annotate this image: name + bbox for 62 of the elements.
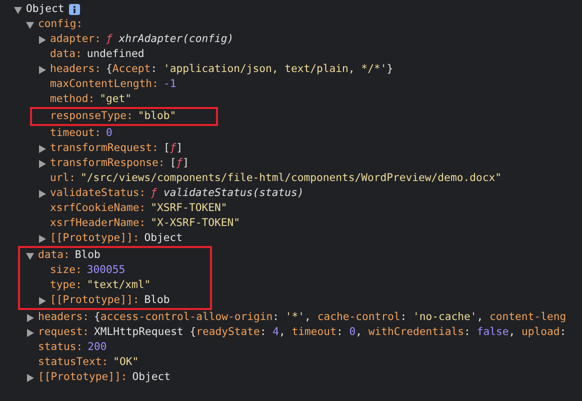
- expand-toggle[interactable]: [38, 36, 46, 44]
- property-value: Object: [132, 370, 171, 385]
- expand-toggle[interactable]: [38, 66, 46, 74]
- property-key: transformRequest:: [50, 141, 158, 156]
- property-key: method:: [50, 92, 95, 107]
- info-icon[interactable]: [69, 4, 80, 15]
- property-key: statusText:: [38, 355, 108, 370]
- property-value: 200: [88, 340, 107, 355]
- property-value: -1: [163, 77, 176, 92]
- property-key: headers:: [50, 62, 102, 77]
- property-key: status:: [38, 340, 83, 355]
- property-key: validateStatus:: [50, 186, 146, 201]
- property-key: adapter:: [50, 32, 102, 47]
- property-key: headers:: [38, 310, 90, 325]
- expand-toggle[interactable]: [26, 314, 34, 322]
- expand-toggle[interactable]: [26, 374, 34, 382]
- property-value: 300055: [86, 263, 126, 278]
- expand-toggle[interactable]: [38, 160, 46, 168]
- property-value: Blob: [74, 248, 100, 263]
- object-label: Object: [26, 2, 64, 17]
- property-key: transformResponse:: [50, 156, 165, 171]
- expand-toggle[interactable]: [14, 6, 22, 14]
- property-key: data:: [38, 248, 70, 263]
- property-value: Blob: [144, 293, 170, 308]
- property-value: undefined: [86, 47, 144, 62]
- property-value: "X-XSRF-TOKEN": [150, 216, 240, 231]
- property-value: "/src/views/components/file-html/components/WordPreview/demo.docx": [80, 171, 502, 186]
- expand-toggle[interactable]: [38, 296, 46, 304]
- property-value: {access-control-allow-origin: '*', cache-control: 'no-cache', content-leng: [94, 310, 566, 325]
- property-value: "OK": [113, 355, 139, 370]
- property-key: [[Prototype]]:: [38, 370, 128, 385]
- property-key: config:: [38, 17, 83, 32]
- property-key: maxContentLength:: [50, 77, 158, 92]
- property-value: ƒ validateStatus(status): [150, 186, 304, 201]
- property-key: xsrfCookieName:: [50, 201, 146, 216]
- property-key: data:: [50, 47, 82, 62]
- property-key: request:: [38, 325, 90, 340]
- property-key: responseType:: [50, 109, 133, 124]
- property-value: [ƒ]: [163, 141, 183, 156]
- property-key: url:: [50, 171, 76, 186]
- property-value: "XSRF-TOKEN": [150, 201, 228, 216]
- property-value: Object: [144, 231, 183, 246]
- expand-toggle[interactable]: [38, 234, 46, 242]
- property-value: "get": [100, 92, 132, 107]
- property-key: timeout:: [50, 126, 102, 141]
- expand-toggle[interactable]: [26, 252, 34, 260]
- property-key: type:: [50, 278, 82, 293]
- expand-toggle[interactable]: [26, 20, 34, 28]
- property-key: [[Prototype]]:: [50, 293, 140, 308]
- property-key: [[Prototype]]:: [50, 231, 140, 246]
- property-value: 0: [106, 126, 112, 141]
- property-value: {Accept: 'application/json, text/plain, */*'}: [106, 62, 394, 77]
- property-value: [ƒ]: [170, 156, 189, 171]
- property-value: XMLHttpRequest {readyState: 4, timeout: 0, withCredentials: false, upload:: [94, 325, 566, 340]
- property-key: xsrfHeaderName:: [50, 216, 146, 231]
- expand-toggle[interactable]: [26, 328, 34, 336]
- property-value: ƒ xhrAdapter(config): [106, 32, 234, 47]
- property-value: "text/xml": [86, 278, 151, 293]
- property-key: size:: [50, 263, 82, 278]
- expand-toggle[interactable]: [38, 190, 46, 198]
- property-value: "blob": [138, 109, 176, 124]
- expand-toggle[interactable]: [38, 144, 46, 152]
